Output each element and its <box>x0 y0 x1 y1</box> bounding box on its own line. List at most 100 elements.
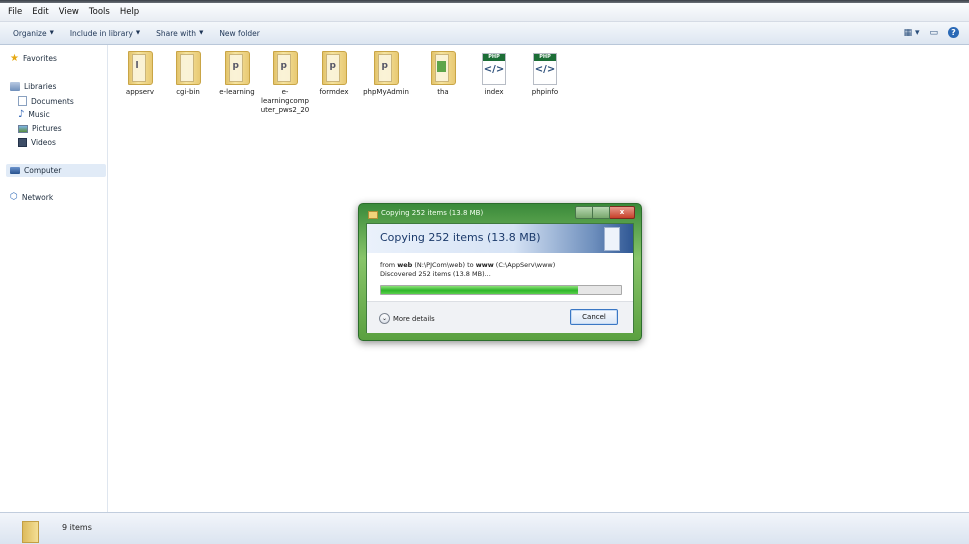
videos-icon <box>18 138 27 147</box>
file-item-tha[interactable]: tha <box>418 51 468 97</box>
file-item-index[interactable]: PHP </> index <box>469 53 519 97</box>
help-icon[interactable]: ? <box>948 27 959 38</box>
folder-icon: p <box>373 51 399 85</box>
command-bar: Organize ▼ Include in library ▼ Share with… <box>0 22 969 45</box>
organize-button[interactable]: Organize ▼ <box>0 29 62 38</box>
computer-icon <box>10 167 20 174</box>
navigation-pane: ★ Favorites Libraries Documents ♪ Music … <box>0 45 108 512</box>
include-in-library-button[interactable]: Include in library ▼ <box>62 29 148 38</box>
nav-favorites-label: Favorites <box>22 54 57 63</box>
progress-fill <box>381 286 578 294</box>
new-folder-label: New folder <box>219 28 260 38</box>
folder-icon <box>22 521 39 543</box>
folder-icon <box>368 211 378 219</box>
new-folder-button[interactable]: New folder <box>211 29 268 38</box>
folder-icon: p <box>272 51 298 85</box>
file-item-e-learningcomputer[interactable]: p e-learningcomputer_pws2_20 <box>260 51 310 115</box>
menu-bar: File Edit View Tools Help <box>0 3 969 22</box>
dialog-banner: Copying 252 items (13.8 MB) <box>367 224 633 253</box>
document-icon <box>18 96 27 106</box>
chevron-down-icon: ⌄ <box>379 313 390 324</box>
pictures-icon <box>18 124 28 133</box>
item-count: 9 items <box>62 523 92 532</box>
nav-network[interactable]: ⬡ Network <box>10 192 53 203</box>
music-icon: ♪ <box>18 109 25 120</box>
window-controls: x <box>575 206 635 219</box>
menu-help[interactable]: Help <box>115 7 144 17</box>
php-file-icon: PHP </> <box>482 53 506 85</box>
file-name: formdex <box>319 88 349 96</box>
file-item-cgi-bin[interactable]: cgi-bin <box>163 51 213 97</box>
from-prefix: from <box>380 261 396 269</box>
view-options-icon[interactable]: ▦ ▾ <box>904 28 920 38</box>
chevron-down-icon: ▼ <box>49 30 54 36</box>
share-with-button[interactable]: Share with ▼ <box>148 29 211 38</box>
php-file-icon: PHP </> <box>533 53 557 85</box>
progress-bar <box>380 285 622 295</box>
menu-tools[interactable]: Tools <box>84 7 115 17</box>
file-item-e-learning[interactable]: p e-learning <box>212 51 262 97</box>
chevron-down-icon: ▼ <box>135 30 141 36</box>
nav-music[interactable]: ♪ Music <box>18 109 50 120</box>
minimize-button[interactable] <box>575 206 593 219</box>
cancel-button[interactable]: Cancel <box>570 309 618 325</box>
copy-details: from web (N:\PJCom\web) to www (C:\AppSe… <box>380 261 555 279</box>
file-item-formdex[interactable]: p formdex <box>309 51 359 97</box>
nav-pictures[interactable]: Pictures <box>18 124 62 133</box>
copy-dialog[interactable]: Copying 252 items (13.8 MB) x Copying 25… <box>358 203 642 341</box>
file-name: tha <box>437 88 449 96</box>
nav-computer[interactable]: Computer <box>6 164 106 177</box>
dialog-heading: Copying 252 items (13.8 MB) <box>380 231 541 244</box>
more-details-label: More details <box>393 314 435 323</box>
folder-icon <box>175 51 201 85</box>
dialog-title: Copying 252 items (13.8 MB) <box>381 209 484 217</box>
dest-path: (C:\AppServ\www) <box>495 261 556 269</box>
folder-icon: p <box>321 51 347 85</box>
source-path: (N:\PJCom\web) <box>414 261 466 269</box>
file-item-phpinfo[interactable]: PHP </> phpinfo <box>520 53 570 97</box>
chevron-down-icon: ▼ <box>199 30 204 36</box>
nav-pictures-label: Pictures <box>32 124 62 133</box>
file-name: cgi-bin <box>176 88 200 96</box>
nav-videos-label: Videos <box>31 138 56 147</box>
preview-pane-icon[interactable]: ▭ <box>929 28 938 38</box>
to-word: to <box>467 261 474 269</box>
file-name: index <box>484 88 504 96</box>
nav-music-label: Music <box>28 110 50 119</box>
more-details-button[interactable]: ⌄ More details <box>379 313 435 324</box>
folder-icon <box>430 51 456 85</box>
include-in-library-label: Include in library <box>69 28 133 38</box>
nav-videos[interactable]: Videos <box>18 138 56 147</box>
star-icon: ★ <box>10 53 19 64</box>
libraries-icon <box>10 82 20 91</box>
file-name: phpinfo <box>531 88 559 96</box>
dialog-footer: ⌄ More details Cancel <box>367 301 633 333</box>
menu-view[interactable]: View <box>54 7 84 17</box>
file-item-phpmyadmin[interactable]: p phpMyAdmin <box>361 51 411 97</box>
close-button[interactable]: x <box>610 206 635 219</box>
nav-documents-label: Documents <box>31 96 74 106</box>
file-name: e-learning <box>219 88 255 96</box>
nav-libraries-label: Libraries <box>24 82 57 91</box>
file-name: appserv <box>125 88 155 96</box>
file-item-appserv[interactable]: l appserv <box>115 51 165 97</box>
dialog-body: Copying 252 items (13.8 MB) from web (N:… <box>366 223 634 333</box>
network-icon: ⬡ <box>10 192 18 202</box>
menu-edit[interactable]: Edit <box>27 7 53 17</box>
file-name: e-learningcomputer_pws2_20 <box>260 88 310 114</box>
folder-icon: p <box>224 51 250 85</box>
nav-libraries[interactable]: Libraries <box>10 82 56 91</box>
nav-favorites[interactable]: ★ Favorites <box>10 53 57 64</box>
discovered-text: Discovered 252 items (13.8 MB)... <box>380 270 491 278</box>
maximize-button[interactable] <box>593 206 610 219</box>
dest-name: www <box>475 261 494 269</box>
nav-documents[interactable]: Documents <box>18 96 74 106</box>
share-with-label: Share with <box>156 28 197 38</box>
nav-computer-label: Computer <box>24 166 62 175</box>
source-name: web <box>397 261 413 269</box>
file-name: phpMyAdmin <box>363 88 409 96</box>
view-controls: ▦ ▾ ▭ ? <box>904 27 959 38</box>
organize-label: Organize <box>13 28 47 38</box>
menu-file[interactable]: File <box>3 7 27 17</box>
copy-source-dest-line: from web (N:\PJCom\web) to www (C:\AppSe… <box>380 261 555 270</box>
